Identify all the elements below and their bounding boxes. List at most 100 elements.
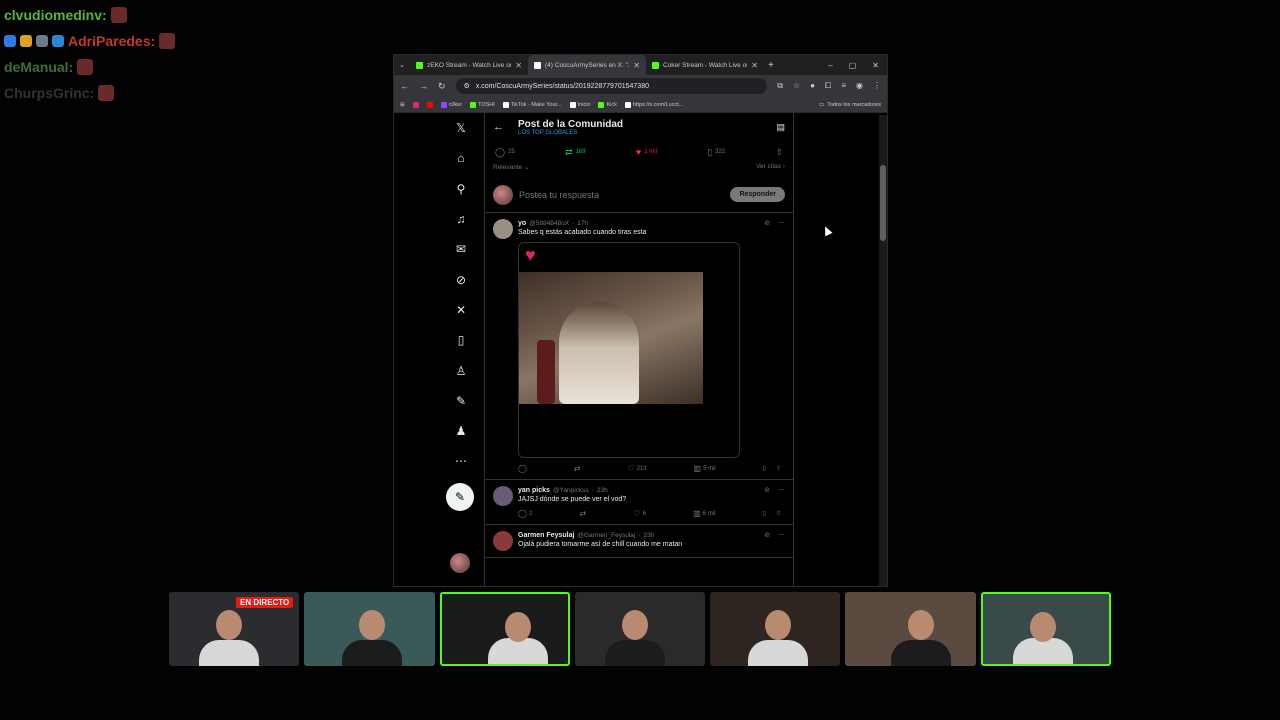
like-action[interactable]: ♡ 6 xyxy=(633,509,646,518)
more-icon[interactable]: ⋯ xyxy=(778,219,785,227)
bookmark-icon[interactable]: ▯ xyxy=(763,465,766,472)
grok-icon[interactable]: ⊘ xyxy=(764,486,770,494)
chat-username[interactable]: ChurpsGrinc: xyxy=(4,85,94,101)
close-tab-icon[interactable]: ✕ xyxy=(751,61,758,70)
extensions-puzzle-icon[interactable]: ⧠ xyxy=(825,81,831,91)
community-link[interactable]: LOS TOP GLOBALES xyxy=(518,130,762,136)
share-action[interactable]: ⇧ xyxy=(775,147,783,158)
all-bookmarks[interactable]: ▭ Todos los marcadores xyxy=(819,102,881,108)
more-icon[interactable]: ⋯ xyxy=(455,446,467,476)
timestamp[interactable]: 23h xyxy=(644,532,655,539)
tab-search-icon[interactable]: ⌄ xyxy=(394,61,410,69)
new-tab-icon[interactable]: + xyxy=(768,60,774,71)
timestamp[interactable]: 17h xyxy=(577,220,588,227)
apps-icon[interactable]: ⊞ xyxy=(400,102,405,108)
reader-mode-icon[interactable]: ▤ xyxy=(776,122,785,133)
repost-action[interactable]: ⇄ xyxy=(574,464,581,473)
webcam-tile[interactable] xyxy=(710,592,841,666)
reply-button[interactable]: Responder xyxy=(730,187,785,202)
messages-icon[interactable]: ✉ xyxy=(456,234,466,264)
close-tab-icon[interactable]: ✕ xyxy=(515,61,522,70)
sort-dropdown[interactable]: Relevante ⌄ xyxy=(493,163,530,177)
repost-action[interactable]: ⇄ xyxy=(580,509,587,518)
profile-icon[interactable]: ♟ xyxy=(456,416,467,446)
page-scrollbar[interactable] xyxy=(879,115,887,586)
grok-icon[interactable]: ⊘ xyxy=(764,531,770,539)
chat-username[interactable]: clvudiomedinv: xyxy=(4,7,107,23)
maximize-icon[interactable]: ▢ xyxy=(849,61,857,70)
like-action[interactable]: ♡ 213 xyxy=(627,464,646,473)
reply-tweet[interactable]: Garmen Feysulaj @Garmen_Feysulaj · 23h ⊘ ⋯ Oja… xyxy=(485,525,793,558)
like-action[interactable]: ♥ 1 mil xyxy=(636,147,657,157)
back-icon[interactable]: ← xyxy=(400,81,409,91)
install-icon[interactable]: ⧉ xyxy=(777,81,783,91)
display-name[interactable]: yo xyxy=(518,220,526,227)
bookmark-icon[interactable]: ▯ xyxy=(763,510,766,517)
webcam-tile[interactable] xyxy=(439,592,570,666)
timestamp[interactable]: 23h xyxy=(597,487,608,494)
webcam-tile[interactable] xyxy=(304,592,435,666)
grok-icon[interactable]: ⊘ xyxy=(456,264,466,294)
reload-icon[interactable]: ↻ xyxy=(438,81,446,92)
bookmark-star-icon[interactable]: ☆ xyxy=(793,81,800,91)
reply-tweet[interactable]: yan picks @Yanpickss · 23h ⊘ ⋯ JAJSJ dónde se … xyxy=(485,480,793,525)
extension-icon[interactable]: ● xyxy=(810,81,815,91)
reply-input[interactable]: Postea tu respuesta xyxy=(519,190,724,200)
back-arrow-icon[interactable]: ← xyxy=(493,121,504,133)
webcam-tile[interactable] xyxy=(980,592,1111,666)
reply-action[interactable]: ◯ xyxy=(518,464,527,473)
more-icon[interactable]: ⋯ xyxy=(778,531,785,539)
tweet-media[interactable]: ♥ xyxy=(518,242,740,458)
views-action[interactable]: ▥ 6 mil xyxy=(693,509,715,518)
bookmark-item[interactable]: Inicio xyxy=(569,101,590,108)
bookmark-item[interactable]: TikTok - Make Your... xyxy=(502,101,562,108)
bookmark-action[interactable]: ▯ 322 xyxy=(707,147,725,158)
share-icon[interactable]: ⇧ xyxy=(776,510,781,517)
bookmark-item[interactable] xyxy=(412,101,419,108)
browser-tab[interactable]: (4) CoscuArmySeries en X: "JA ✕ xyxy=(528,55,646,75)
avatar[interactable] xyxy=(493,486,513,506)
repost-action[interactable]: ⇄ 169 xyxy=(565,147,586,158)
view-quotes-link[interactable]: Ver citas › xyxy=(756,163,785,177)
bookmark-item[interactable]: TOSHI xyxy=(470,101,495,108)
search-icon[interactable]: ⚲ xyxy=(457,174,466,204)
webcam-tile[interactable] xyxy=(845,592,976,666)
account-avatar[interactable] xyxy=(450,553,470,573)
scrollbar-thumb[interactable] xyxy=(880,165,886,241)
views-action[interactable]: ▥ 5 mil xyxy=(694,464,716,473)
chat-username[interactable]: AdriParedes: xyxy=(68,33,155,49)
avatar[interactable] xyxy=(493,219,513,239)
more-icon[interactable]: ⋯ xyxy=(778,486,785,494)
x-premium-icon[interactable]: ✕ xyxy=(456,295,466,325)
jobs-icon[interactable]: ♙ xyxy=(456,355,467,385)
grok-icon[interactable]: ⊘ xyxy=(764,219,770,227)
close-tab-icon[interactable]: ✕ xyxy=(633,61,640,70)
gif-video[interactable] xyxy=(519,272,703,404)
communities-icon[interactable]: ✎ xyxy=(456,386,466,416)
reply-action[interactable]: ◯ 2 xyxy=(518,509,532,518)
browser-tab[interactable]: zEKO Stream - Watch Live on K ✕ xyxy=(410,55,528,75)
display-name[interactable]: Garmen Feysulaj xyxy=(518,532,574,539)
display-name[interactable]: yan picks xyxy=(518,487,550,494)
browser-tab[interactable]: Coker Stream - Watch Live on ✕ xyxy=(646,55,764,75)
home-icon[interactable]: ⌂ xyxy=(457,143,464,173)
webcam-tile[interactable] xyxy=(574,592,706,666)
share-icon[interactable]: ⇧ xyxy=(776,465,781,472)
chat-username[interactable]: deManual: xyxy=(4,59,73,75)
handle[interactable]: @Garmen_Feysulaj xyxy=(577,532,635,539)
minimize-icon[interactable]: – xyxy=(828,61,832,70)
bookmarks-icon[interactable]: ▯ xyxy=(458,325,465,355)
bookmark-item[interactable]: https://x.com/Lucct... xyxy=(624,101,683,108)
url-field[interactable]: ⚙ x.com/CoscuArmySeries/status/201922877… xyxy=(455,78,768,94)
compose-post-button[interactable]: ✎ xyxy=(446,483,474,511)
reply-action[interactable]: ◯ 25 xyxy=(495,147,515,158)
reply-tweet[interactable]: yo @5884848oX · 17h ⊘ ⋯ Sabes q estás acabado … xyxy=(485,213,793,480)
bookmark-item[interactable] xyxy=(426,101,433,108)
chrome-menu-icon[interactable]: ⋮ xyxy=(873,81,881,91)
x-logo-icon[interactable]: 𝕏 xyxy=(456,113,466,143)
avatar[interactable] xyxy=(493,531,513,551)
notifications-icon[interactable]: ♫ xyxy=(457,204,466,234)
handle[interactable]: @5884848oX xyxy=(529,220,569,227)
webcam-tile[interactable]: EN DIRECTO xyxy=(169,592,300,666)
profile-icon[interactable]: ◉ xyxy=(856,81,863,91)
